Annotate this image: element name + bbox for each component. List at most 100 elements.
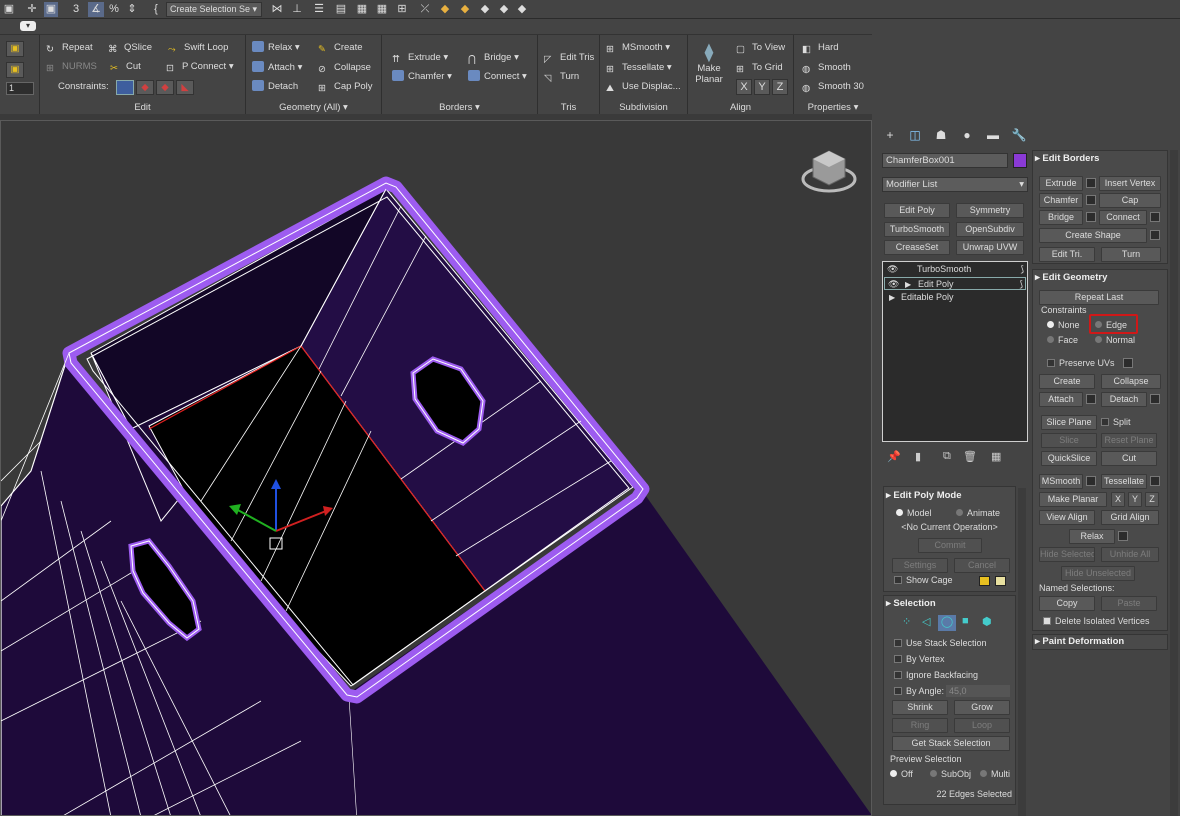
stack-item-toggle-icon[interactable]: ⟆: [1019, 278, 1023, 291]
geom-relax-button[interactable]: Relax: [1069, 529, 1115, 544]
chamfer-settings-icon[interactable]: [1086, 195, 1096, 205]
geom-create-button[interactable]: Create: [1039, 374, 1095, 389]
reset-plane-button[interactable]: Reset Plane: [1101, 433, 1157, 448]
bridge-button[interactable]: ⋂ Bridge ▾: [468, 50, 519, 66]
slice-button[interactable]: Slice: [1041, 433, 1097, 448]
edit-tris-button[interactable]: ◸ Edit Tris: [544, 50, 594, 66]
make-unique-icon[interactable]: ⧉: [943, 450, 951, 463]
select-region-icon[interactable]: ▣: [44, 2, 58, 17]
smooth30-button[interactable]: ◍ Smooth 30: [802, 79, 864, 95]
view-align-button[interactable]: View Align: [1039, 510, 1095, 525]
stack-item-edit-poly[interactable]: 👁 ▶ Edit Poly ⟆: [884, 277, 1026, 290]
tessellate-settings-icon[interactable]: [1150, 476, 1160, 486]
create-button[interactable]: ✎ Create: [318, 40, 363, 56]
extrude-settings-icon[interactable]: [1086, 178, 1096, 188]
planar-x-button[interactable]: X: [1111, 492, 1125, 507]
to-grid-button[interactable]: ⊞ To Grid: [736, 60, 783, 76]
render-icon[interactable]: ◆: [458, 2, 472, 17]
show-end-result-icon[interactable]: ▮: [915, 450, 921, 463]
copy-button[interactable]: Copy: [1039, 596, 1095, 611]
by-vertex-checkbox[interactable]: By Vertex: [894, 653, 945, 666]
qslice-button[interactable]: ⌘ QSlice: [108, 40, 152, 56]
modifier-unwrap-uvw-button[interactable]: Unwrap UVW: [956, 240, 1024, 255]
use-displace-button[interactable]: ⛰ Use Displac...: [606, 79, 681, 95]
cap-poly-button[interactable]: ⊞ Cap Poly: [318, 79, 373, 95]
constraint-none-icon[interactable]: [116, 80, 134, 95]
paste-button[interactable]: Paste: [1101, 596, 1157, 611]
modify-tab-icon[interactable]: ◫: [907, 128, 923, 142]
viewcube[interactable]: [801, 150, 857, 193]
edit-geometry-title[interactable]: ▸ Edit Geometry: [1035, 271, 1107, 285]
cap-button[interactable]: Cap: [1099, 193, 1161, 208]
use-stack-selection-checkbox[interactable]: Use Stack Selection: [894, 637, 987, 650]
align-z-button[interactable]: Z: [772, 79, 788, 95]
command-panel-scrollbar[interactable]: [1170, 150, 1178, 816]
collapse-button[interactable]: ⊘ Collapse: [318, 60, 371, 76]
nurms-button[interactable]: ⊞ NURMS: [46, 59, 97, 75]
stack-item-turbosmooth[interactable]: 👁 TurboSmooth ⟆: [884, 263, 1026, 276]
edit-tri-button[interactable]: Edit Tri.: [1039, 247, 1095, 262]
msmooth-settings-icon[interactable]: [1086, 476, 1096, 486]
remove-modifier-icon[interactable]: 🗑: [963, 450, 977, 463]
border-connect-button[interactable]: Connect: [1099, 210, 1147, 225]
ribbon-toggle-icon[interactable]: ▾: [20, 21, 36, 31]
expand-arrow-icon[interactable]: ▶: [889, 291, 895, 304]
loop-button[interactable]: Loop: [954, 718, 1010, 733]
editable-poly-icon[interactable]: ▣: [6, 62, 24, 78]
motion-tab-icon[interactable]: ●: [959, 128, 975, 142]
preview-off-radio[interactable]: Off: [890, 768, 913, 781]
modifier-opensubdiv-button[interactable]: OpenSubdiv: [956, 222, 1024, 237]
extrude-button[interactable]: ⇈ Extrude ▾: [392, 50, 448, 66]
turn-button[interactable]: ◹ Turn: [544, 69, 579, 85]
render-production-icon[interactable]: ◆: [478, 2, 492, 17]
configure-modifier-sets-icon[interactable]: ▦: [991, 450, 1001, 463]
repeat-button[interactable]: ↻ Repeat: [46, 40, 93, 56]
spinner-snap-icon[interactable]: ⇕: [124, 2, 140, 17]
borders-section-caption[interactable]: Borders ▾: [382, 102, 537, 113]
hide-selected-button[interactable]: Hide Selected: [1039, 547, 1095, 562]
planar-z-button[interactable]: Z: [1145, 492, 1159, 507]
snap-3d-icon[interactable]: 3: [66, 2, 86, 17]
render-online-icon[interactable]: ◆: [515, 2, 529, 17]
align-y-button[interactable]: Y: [754, 79, 770, 95]
to-view-button[interactable]: ▢ To View: [736, 40, 785, 56]
relax-button[interactable]: Relax ▾: [252, 40, 300, 56]
cage-selected-color-swatch[interactable]: [995, 576, 1006, 586]
geom-collapse-button[interactable]: Collapse: [1101, 374, 1161, 389]
connect-button[interactable]: Connect ▾: [468, 69, 527, 85]
constraint-normal-radio[interactable]: Normal: [1095, 334, 1135, 347]
cut-button[interactable]: ✂ Cut: [110, 59, 141, 75]
level-spinner[interactable]: 1: [6, 82, 34, 95]
grow-button[interactable]: Grow: [954, 700, 1010, 715]
cancel-button[interactable]: Cancel: [954, 558, 1010, 573]
material-editor-icon[interactable]: ⊞: [395, 2, 409, 17]
visibility-eye-icon[interactable]: 👁: [887, 263, 898, 276]
geom-detach-button[interactable]: Detach: [1101, 392, 1147, 407]
modifier-edit-poly-button[interactable]: Edit Poly: [884, 203, 950, 218]
geom-make-planar-button[interactable]: Make Planar: [1039, 492, 1107, 507]
vertex-level-icon[interactable]: ⁘: [902, 615, 911, 628]
render-iterative-icon[interactable]: ◆: [497, 2, 511, 17]
toggle-ribbon-icon[interactable]: ▤: [334, 2, 348, 17]
preserve-uvs-settings-icon[interactable]: [1123, 358, 1133, 368]
by-angle-checkbox[interactable]: By Angle:: [894, 685, 944, 698]
edit-borders-title[interactable]: ▸ Edit Borders: [1035, 152, 1099, 166]
p-connect-button[interactable]: ⊡ P Connect ▾: [166, 59, 234, 75]
stack-item-toggle-icon[interactable]: ⟆: [1020, 263, 1024, 276]
geometry-section-caption[interactable]: Geometry (All) ▾: [246, 102, 381, 113]
animate-radio[interactable]: Animate: [956, 507, 1000, 520]
selection-title[interactable]: ▸ Selection: [886, 597, 936, 611]
viewport-perspective[interactable]: [0, 120, 872, 816]
split-checkbox[interactable]: Split: [1101, 416, 1131, 429]
modifier-symmetry-button[interactable]: Symmetry: [956, 203, 1024, 218]
visibility-eye-icon[interactable]: 👁: [888, 278, 899, 291]
constraint-none-radio[interactable]: None: [1047, 319, 1080, 332]
align-x-button[interactable]: X: [736, 79, 752, 95]
layer-explorer-icon[interactable]: ☰: [312, 2, 326, 17]
create-tab-icon[interactable]: +: [882, 128, 898, 142]
show-cage-checkbox[interactable]: Show Cage: [894, 574, 953, 587]
hierarchy-tab-icon[interactable]: ☗: [933, 128, 949, 142]
pin-stack-icon[interactable]: 📌: [887, 450, 901, 463]
geom-msmooth-button[interactable]: MSmooth: [1039, 474, 1083, 489]
edge-level-icon[interactable]: ◁: [922, 615, 930, 628]
